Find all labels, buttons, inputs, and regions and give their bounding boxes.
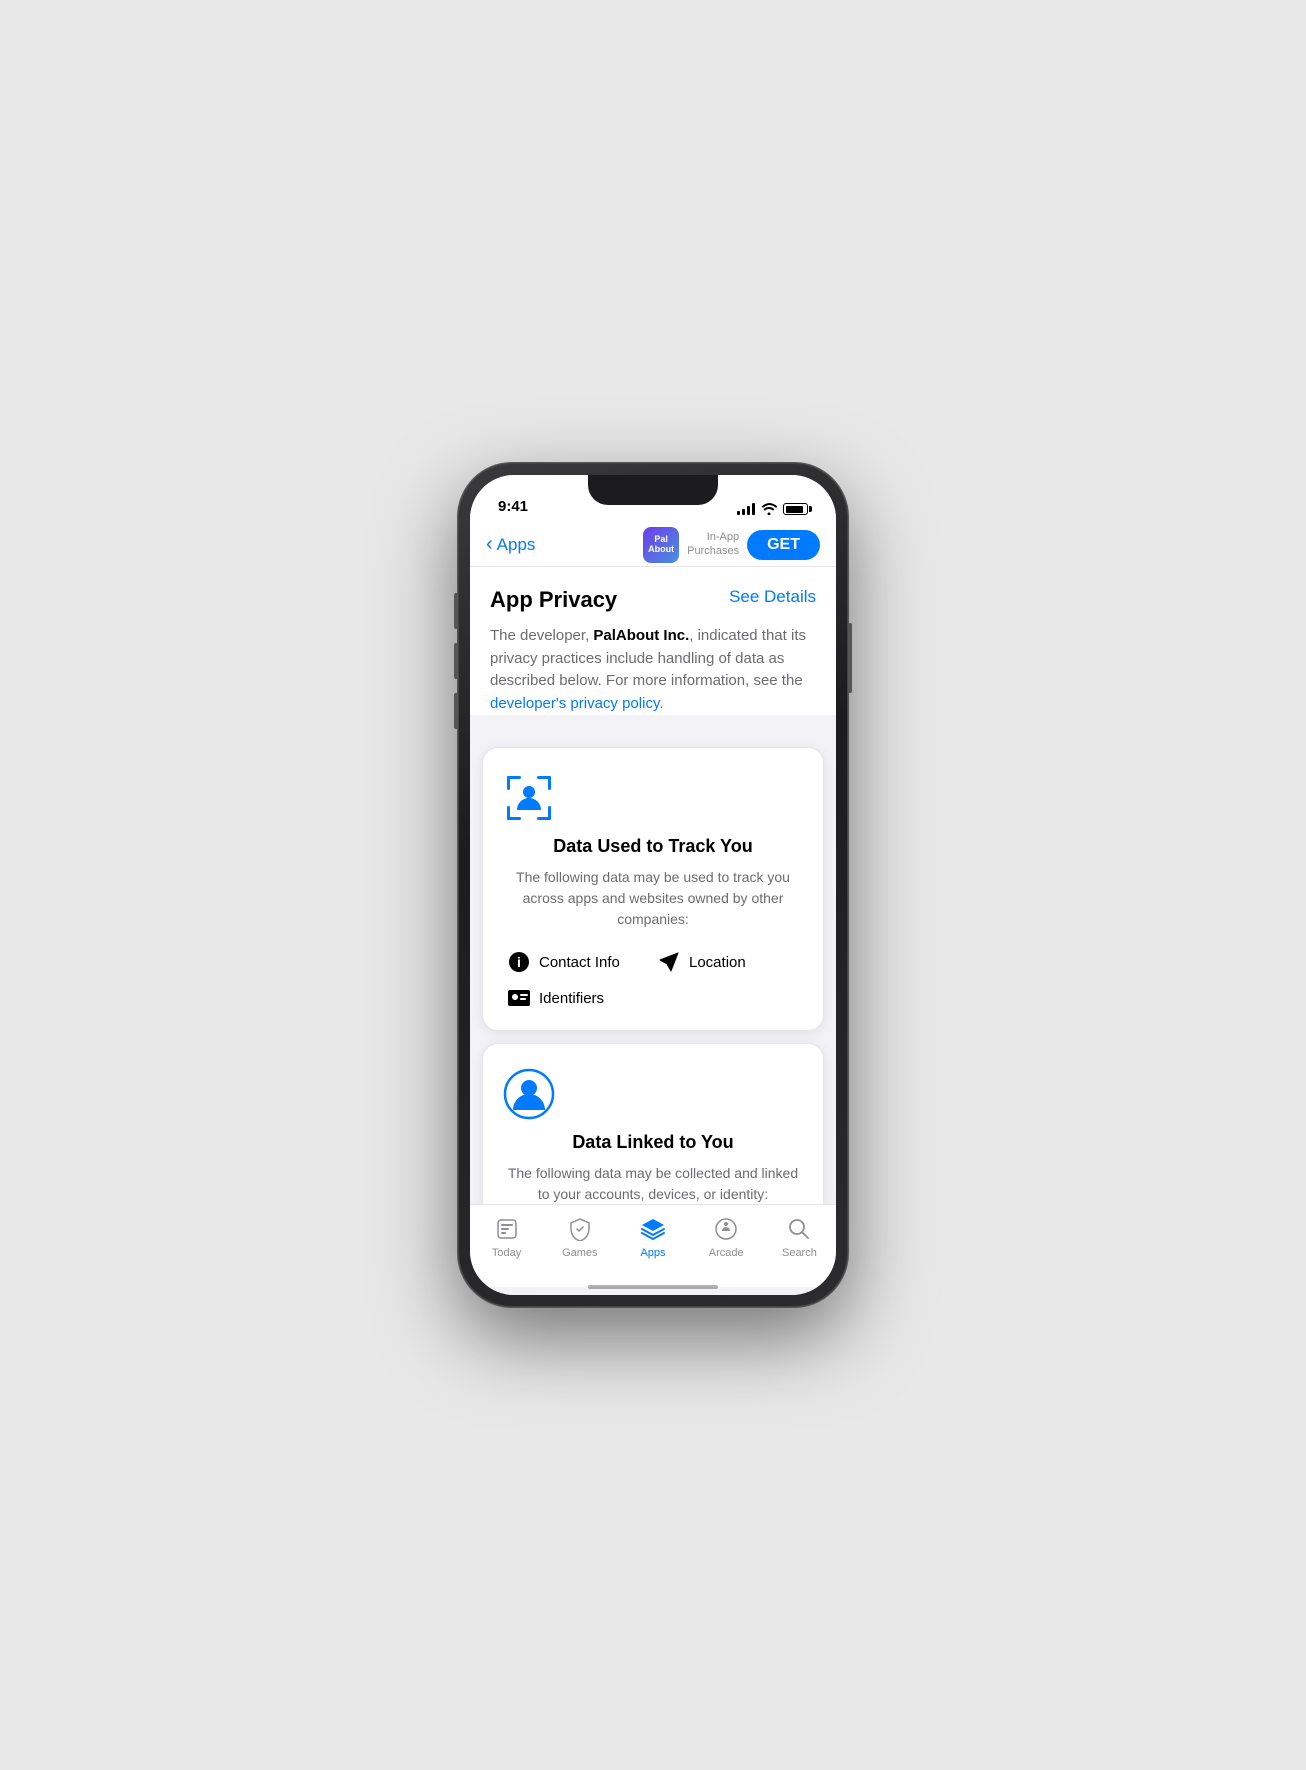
linked-card-description: The following data may be collected and … (503, 1163, 803, 1204)
linked-card: Data Linked to You The following data ma… (482, 1043, 824, 1204)
scroll-content[interactable]: App Privacy See Details The developer, P… (470, 567, 836, 1204)
track-item-contact-label: Contact Info (539, 954, 620, 971)
privacy-title: App Privacy (490, 587, 617, 613)
linked-icon (503, 1068, 803, 1120)
tab-today[interactable]: Today (470, 1215, 543, 1259)
notch (588, 475, 718, 505)
svg-text:i: i (517, 954, 521, 970)
back-label: Apps (497, 535, 536, 555)
cards-section: Data Used to Track You The following dat… (470, 735, 836, 1204)
app-info: PalAbout In-App Purchases GET (643, 527, 820, 563)
phone-frame: 9:41 ‹ App (458, 463, 848, 1307)
see-details-link[interactable]: See Details (729, 587, 816, 607)
apps-icon (639, 1215, 667, 1243)
desc-text-1: The developer, (490, 627, 593, 644)
developer-name: PalAbout Inc. (593, 627, 689, 644)
tab-today-label: Today (492, 1247, 521, 1259)
track-item-identifiers-label: Identifiers (539, 990, 604, 1007)
status-time: 9:41 (498, 498, 528, 515)
track-item-contact: i Contact Info (507, 950, 649, 974)
inapp-label-1: In-App (707, 531, 739, 544)
home-indicator-bar (588, 1285, 718, 1289)
track-icon (503, 772, 803, 824)
content-inner: App Privacy See Details The developer, P… (470, 567, 836, 715)
desc-text-3: . (659, 695, 663, 712)
get-button[interactable]: GET (747, 530, 820, 560)
arcade-icon (712, 1215, 740, 1243)
inapp-purchases-label: In-App Purchases (687, 531, 739, 557)
privacy-header: App Privacy See Details (490, 587, 816, 613)
track-item-identifiers: Identifiers (507, 986, 649, 1010)
back-button[interactable]: ‹ Apps (486, 535, 535, 555)
home-indicator (470, 1287, 836, 1295)
chevron-left-icon: ‹ (486, 534, 493, 554)
search-icon (785, 1215, 813, 1243)
nav-bar: ‹ Apps PalAbout In-App Purchases GET (470, 523, 836, 567)
track-card: Data Used to Track You The following dat… (482, 747, 824, 1031)
tab-apps[interactable]: Apps (616, 1215, 689, 1259)
info-circle-icon: i (507, 950, 531, 974)
track-item-location-label: Location (689, 954, 746, 971)
tab-arcade[interactable]: Arcade (690, 1215, 763, 1259)
tab-apps-label: Apps (640, 1247, 665, 1259)
tab-games[interactable]: Games (543, 1215, 616, 1259)
inapp-label-2: Purchases (687, 545, 739, 558)
phone-screen: 9:41 ‹ App (470, 475, 836, 1295)
track-card-description: The following data may be used to track … (503, 867, 803, 930)
track-card-title: Data Used to Track You (503, 836, 803, 857)
today-icon (493, 1215, 521, 1243)
tab-search[interactable]: Search (763, 1215, 836, 1259)
battery-icon (783, 503, 808, 515)
tab-bar: Today Games (470, 1204, 836, 1287)
privacy-description: The developer, PalAbout Inc., indicated … (490, 625, 816, 715)
games-icon (566, 1215, 594, 1243)
tab-games-label: Games (562, 1247, 597, 1259)
status-icons (737, 503, 808, 515)
signal-icon (737, 503, 755, 515)
linked-card-title: Data Linked to You (503, 1132, 803, 1153)
app-icon: PalAbout (643, 527, 679, 563)
privacy-policy-link[interactable]: developer's privacy policy (490, 695, 659, 712)
location-arrow-icon (657, 950, 681, 974)
id-card-icon (507, 986, 531, 1010)
tab-arcade-label: Arcade (709, 1247, 744, 1259)
track-item-location: Location (657, 950, 799, 974)
wifi-icon (761, 503, 777, 515)
track-data-items: i Contact Info Loc (503, 950, 803, 1010)
tab-search-label: Search (782, 1247, 817, 1259)
status-bar: 9:41 (470, 475, 836, 523)
